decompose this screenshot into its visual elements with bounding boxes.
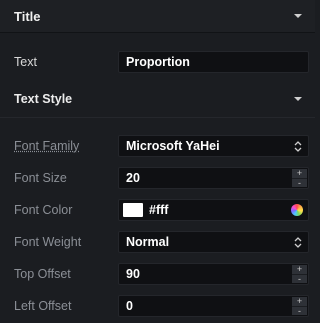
section-divider: [0, 117, 315, 118]
font-size-label: Font Size: [14, 171, 67, 185]
left-offset-label: Left Offset: [14, 299, 72, 313]
left-offset-value: 0: [126, 299, 133, 313]
chevron-down-icon[interactable]: [293, 13, 303, 19]
text-input-value: Proportion: [126, 55, 190, 69]
decrement-button[interactable]: -: [292, 274, 307, 284]
font-weight-select[interactable]: Normal: [118, 231, 309, 253]
font-family-select[interactable]: Microsoft YaHei: [118, 135, 309, 157]
font-family-label: Font Family: [14, 139, 80, 153]
left-offset-input[interactable]: 0 + -: [118, 295, 309, 317]
font-color-label: Font Color: [14, 203, 73, 217]
text-label: Text: [14, 55, 37, 69]
left-offset-row: Left Offset 0 + -: [0, 290, 315, 322]
text-input[interactable]: Proportion: [118, 51, 309, 73]
font-weight-row: Font Weight Normal: [0, 226, 315, 258]
font-color-row: Font Color #fff: [0, 194, 315, 226]
font-weight-label: Font Weight: [14, 235, 82, 249]
sort-icon: [294, 237, 302, 248]
font-size-stepper[interactable]: + -: [292, 169, 307, 188]
top-offset-stepper[interactable]: + -: [292, 265, 307, 284]
text-style-section-header[interactable]: Text Style: [0, 83, 315, 115]
font-family-value: Microsoft YaHei: [126, 139, 220, 153]
title-section-label: Title: [14, 8, 41, 24]
font-color-value: #fff: [149, 203, 169, 217]
font-size-row: Font Size 20 + -: [0, 162, 315, 194]
increment-button[interactable]: +: [292, 265, 307, 274]
top-offset-value: 90: [126, 267, 140, 281]
decrement-button[interactable]: -: [292, 306, 307, 316]
top-offset-input[interactable]: 90 + -: [118, 263, 309, 285]
increment-button[interactable]: +: [292, 169, 307, 178]
chevron-down-icon[interactable]: [293, 96, 303, 102]
color-swatch[interactable]: [123, 203, 143, 217]
left-offset-stepper[interactable]: + -: [292, 297, 307, 316]
font-size-input[interactable]: 20 + -: [118, 167, 309, 189]
text-row: Text Proportion: [0, 46, 315, 78]
top-offset-label: Top Offset: [14, 267, 71, 281]
sort-icon: [294, 141, 302, 152]
font-color-picker[interactable]: #fff: [118, 199, 309, 221]
title-section-header[interactable]: Title: [0, 0, 315, 33]
top-offset-row: Top Offset 90 + -: [0, 258, 315, 290]
color-wheel-icon[interactable]: [291, 204, 303, 216]
text-style-section-label: Text Style: [14, 92, 73, 106]
font-weight-value: Normal: [126, 235, 170, 249]
font-size-value: 20: [126, 171, 140, 185]
font-family-row: Font Family Microsoft YaHei: [0, 130, 315, 162]
decrement-button[interactable]: -: [292, 178, 307, 188]
increment-button[interactable]: +: [292, 297, 307, 306]
